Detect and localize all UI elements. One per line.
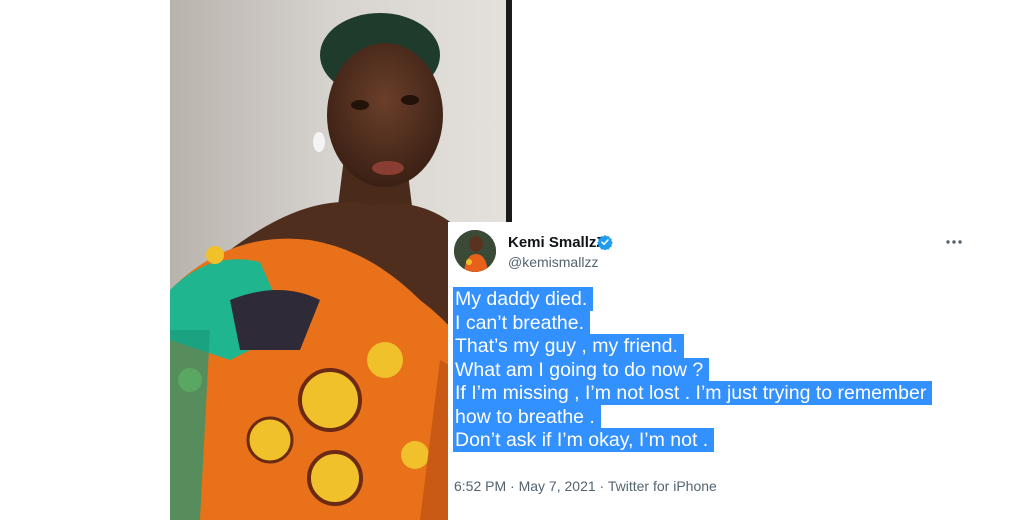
- selected-text: Don’t ask if I’m okay, I’m not .: [453, 428, 715, 452]
- tweet-text-line: That’s my guy , my friend.: [453, 334, 983, 359]
- user-handle[interactable]: @kemismallzz: [508, 254, 598, 270]
- tweet-text-line: If I’m missing , I’m not lost . I’m just…: [453, 381, 983, 406]
- tweet-text-line: I can’t breathe.: [453, 310, 983, 336]
- avatar[interactable]: [454, 230, 496, 272]
- verified-badge-icon: [597, 235, 613, 250]
- selected-text: My daddy died.: [453, 287, 594, 311]
- tweet-text-line: how to breathe .: [453, 404, 983, 430]
- more-options-icon[interactable]: [944, 234, 964, 250]
- tweet-text-line: My daddy died.: [453, 287, 983, 312]
- tweet-text: My daddy died. I can’t breathe. That’s m…: [453, 287, 983, 453]
- tweet-time[interactable]: 6:52 PM: [454, 478, 506, 494]
- tweet-source[interactable]: Twitter for iPhone: [608, 478, 717, 494]
- selected-text: how to breathe .: [453, 404, 601, 429]
- tweet-card: Kemi SmallzZ @kemismallzz My daddy died.…: [448, 222, 990, 520]
- selected-text: What am I going to do now ?: [453, 357, 710, 382]
- selected-text: If I’m missing , I’m not lost . I’m just…: [453, 381, 933, 405]
- separator-dot: ·: [599, 478, 605, 494]
- separator-dot: ·: [510, 478, 515, 494]
- selected-text: I can’t breathe.: [453, 310, 590, 335]
- screenshot-canvas: Kemi SmallzZ @kemismallzz My daddy died.…: [0, 0, 1024, 520]
- tweet-text-line: Don’t ask if I’m okay, I’m not .: [453, 428, 983, 453]
- tweet-metadata: 6:52 PM · May 7, 2021 · Twitter for iPho…: [454, 478, 717, 494]
- tweet-text-line: What am I going to do now ?: [453, 357, 983, 383]
- selected-text: That’s my guy , my friend.: [453, 334, 684, 358]
- display-name[interactable]: Kemi SmallzZ: [508, 234, 606, 251]
- tweet-date[interactable]: May 7, 2021: [519, 478, 596, 494]
